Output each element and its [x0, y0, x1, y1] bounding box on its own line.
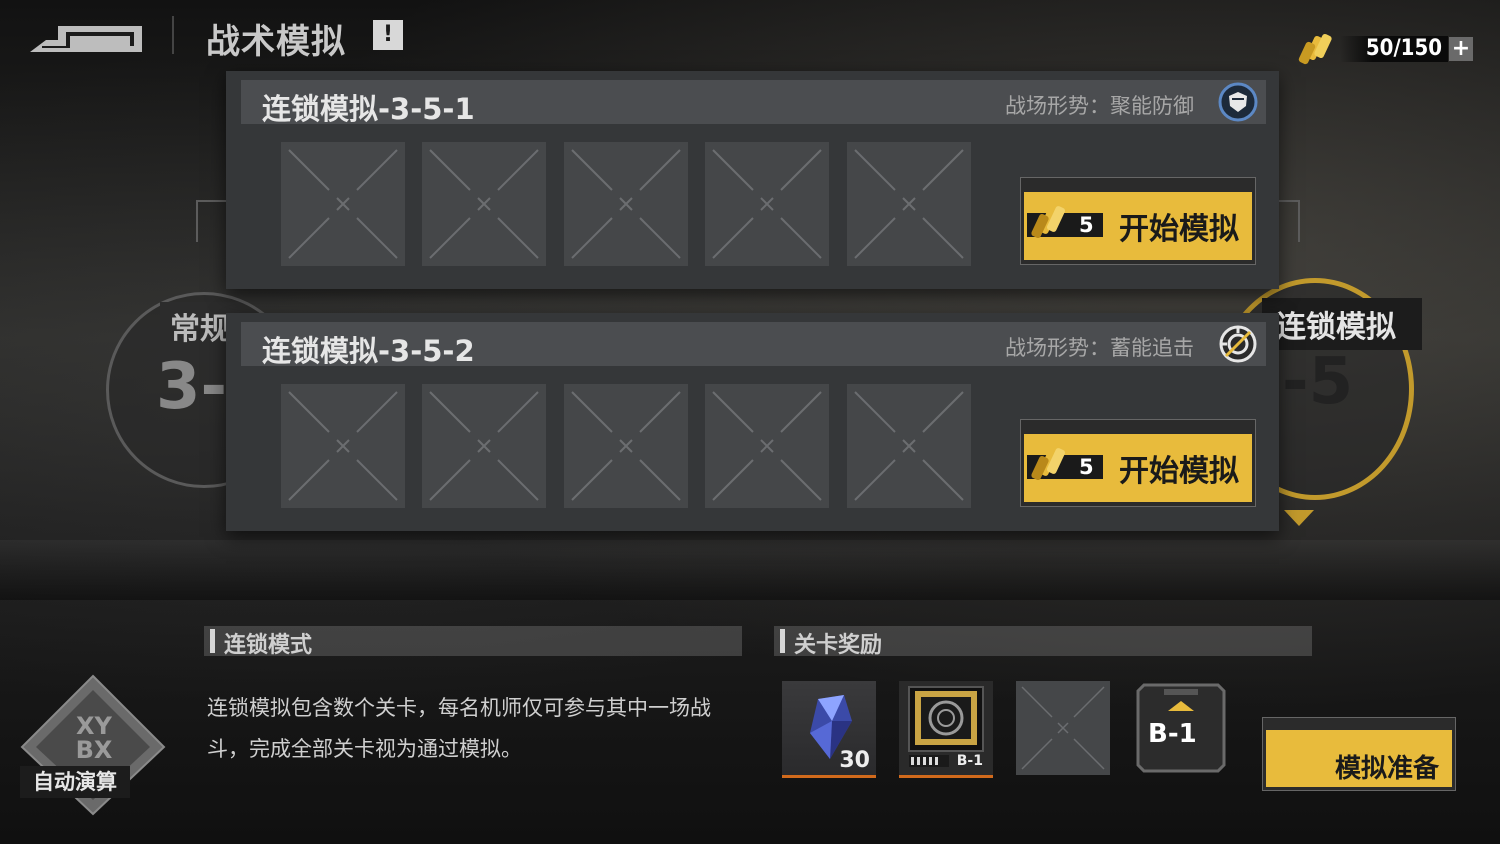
auto-compute-label[interactable]: 自动演算 [20, 766, 130, 798]
reward-item[interactable]: 30 [782, 681, 876, 778]
stage-tag-chain: 连锁模拟 [1262, 298, 1422, 350]
stage-number-normal: 3- [156, 350, 228, 424]
pilot-slot[interactable] [422, 142, 546, 266]
cost-value: 5 [1079, 213, 1094, 237]
mode-section-header: 连锁模式 [204, 626, 742, 658]
back-arrow-icon [30, 26, 142, 52]
start-simulation-button[interactable]: 5 开始模拟 [1020, 177, 1256, 265]
pilot-slot[interactable] [564, 384, 688, 508]
mode-heading: 连锁模式 [224, 633, 313, 658]
stage-selected-arrow-icon [1284, 510, 1314, 526]
start-simulation-button[interactable]: 5 开始模拟 [1020, 419, 1256, 507]
page-title: 战术模拟 [206, 22, 346, 62]
back-button[interactable] [30, 18, 142, 54]
panel-header: 连锁模拟-3-5-1 战场形势：聚能防御 [241, 80, 1266, 126]
reward-label: B-1 [1148, 719, 1197, 749]
simulation-panel-2: 连锁模拟-3-5-2 战场形势：蓄能追击 5 开始模拟 [226, 313, 1279, 531]
battle-situation: 战场形势：蓄能追击 [1005, 336, 1194, 360]
add-energy-button[interactable]: + [1449, 37, 1473, 61]
empty-slot-icon [712, 391, 822, 501]
start-button-label: 开始模拟 [1119, 212, 1239, 247]
pilot-slot[interactable] [281, 142, 405, 266]
map-connector [1298, 200, 1300, 242]
shield-icon[interactable] [1218, 82, 1258, 122]
svg-text:BX: BX [76, 736, 113, 764]
pilot-slot[interactable] [705, 142, 829, 266]
cost-value: 5 [1079, 455, 1094, 479]
panel-title: 连锁模拟-3-5-1 [262, 92, 475, 126]
empty-slot-icon [288, 391, 398, 501]
ammo-icon [1031, 206, 1066, 239]
info-button[interactable]: ! [373, 20, 403, 50]
ammo-icon [1031, 448, 1066, 481]
empty-slot-icon [712, 149, 822, 259]
header-divider [172, 16, 174, 54]
simulation-prepare-button[interactable]: 模拟准备 [1262, 717, 1456, 791]
empty-slot-icon [571, 149, 681, 259]
rewards-heading: 关卡奖励 [794, 633, 883, 658]
reward-item[interactable]: B-1 [1134, 681, 1228, 775]
energy-counter: 50/150 + [1296, 32, 1476, 66]
button-decor-line [1025, 180, 1251, 188]
crosshair-icon[interactable] [1218, 324, 1258, 364]
section-bar [780, 629, 785, 653]
background-band [0, 540, 1500, 600]
empty-slot-icon [571, 391, 681, 501]
section-bar [210, 629, 215, 653]
pilot-slot[interactable] [705, 384, 829, 508]
button-decor-line [1025, 422, 1251, 430]
pilot-slot[interactable] [847, 142, 971, 266]
reward-label: B-1 [956, 753, 983, 769]
empty-slot-icon [429, 391, 539, 501]
mode-description: 连锁模拟包含数个关卡，每名机师仅可参与其中一场战斗，完成全部关卡视为通过模拟。 [207, 696, 711, 761]
ammo-icon [1298, 33, 1332, 65]
prepare-button-label: 模拟准备 [1334, 754, 1439, 784]
button-decor-line [1267, 719, 1451, 727]
pilot-slot[interactable] [847, 384, 971, 508]
start-button-label: 开始模拟 [1119, 454, 1239, 489]
reward-count: 30 [839, 748, 870, 773]
simulation-panel-1: 连锁模拟-3-5-1 战场形势：聚能防御 5 开始模拟 [226, 71, 1279, 289]
empty-slot-icon [854, 149, 964, 259]
energy-value: 50/150 [1365, 36, 1442, 61]
map-connector [196, 200, 198, 242]
pilot-slot[interactable] [281, 384, 405, 508]
reward-item[interactable] [1016, 681, 1110, 775]
panel-title: 连锁模拟-3-5-2 [262, 334, 475, 368]
stage-number-chain: -5 [1282, 345, 1354, 419]
reward-item[interactable]: B-1 [899, 681, 993, 778]
rewards-section-header: 关卡奖励 [774, 626, 1312, 658]
empty-slot-icon [429, 149, 539, 259]
pilot-slot[interactable] [422, 384, 546, 508]
map-connector [1278, 200, 1300, 202]
empty-slot-icon [1021, 686, 1105, 770]
map-connector [196, 200, 228, 202]
panel-header: 连锁模拟-3-5-2 战场形势：蓄能追击 [241, 322, 1266, 368]
empty-slot-icon [854, 391, 964, 501]
empty-slot-icon [288, 149, 398, 259]
pilot-slot[interactable] [564, 142, 688, 266]
battle-situation: 战场形势：聚能防御 [1005, 94, 1194, 118]
